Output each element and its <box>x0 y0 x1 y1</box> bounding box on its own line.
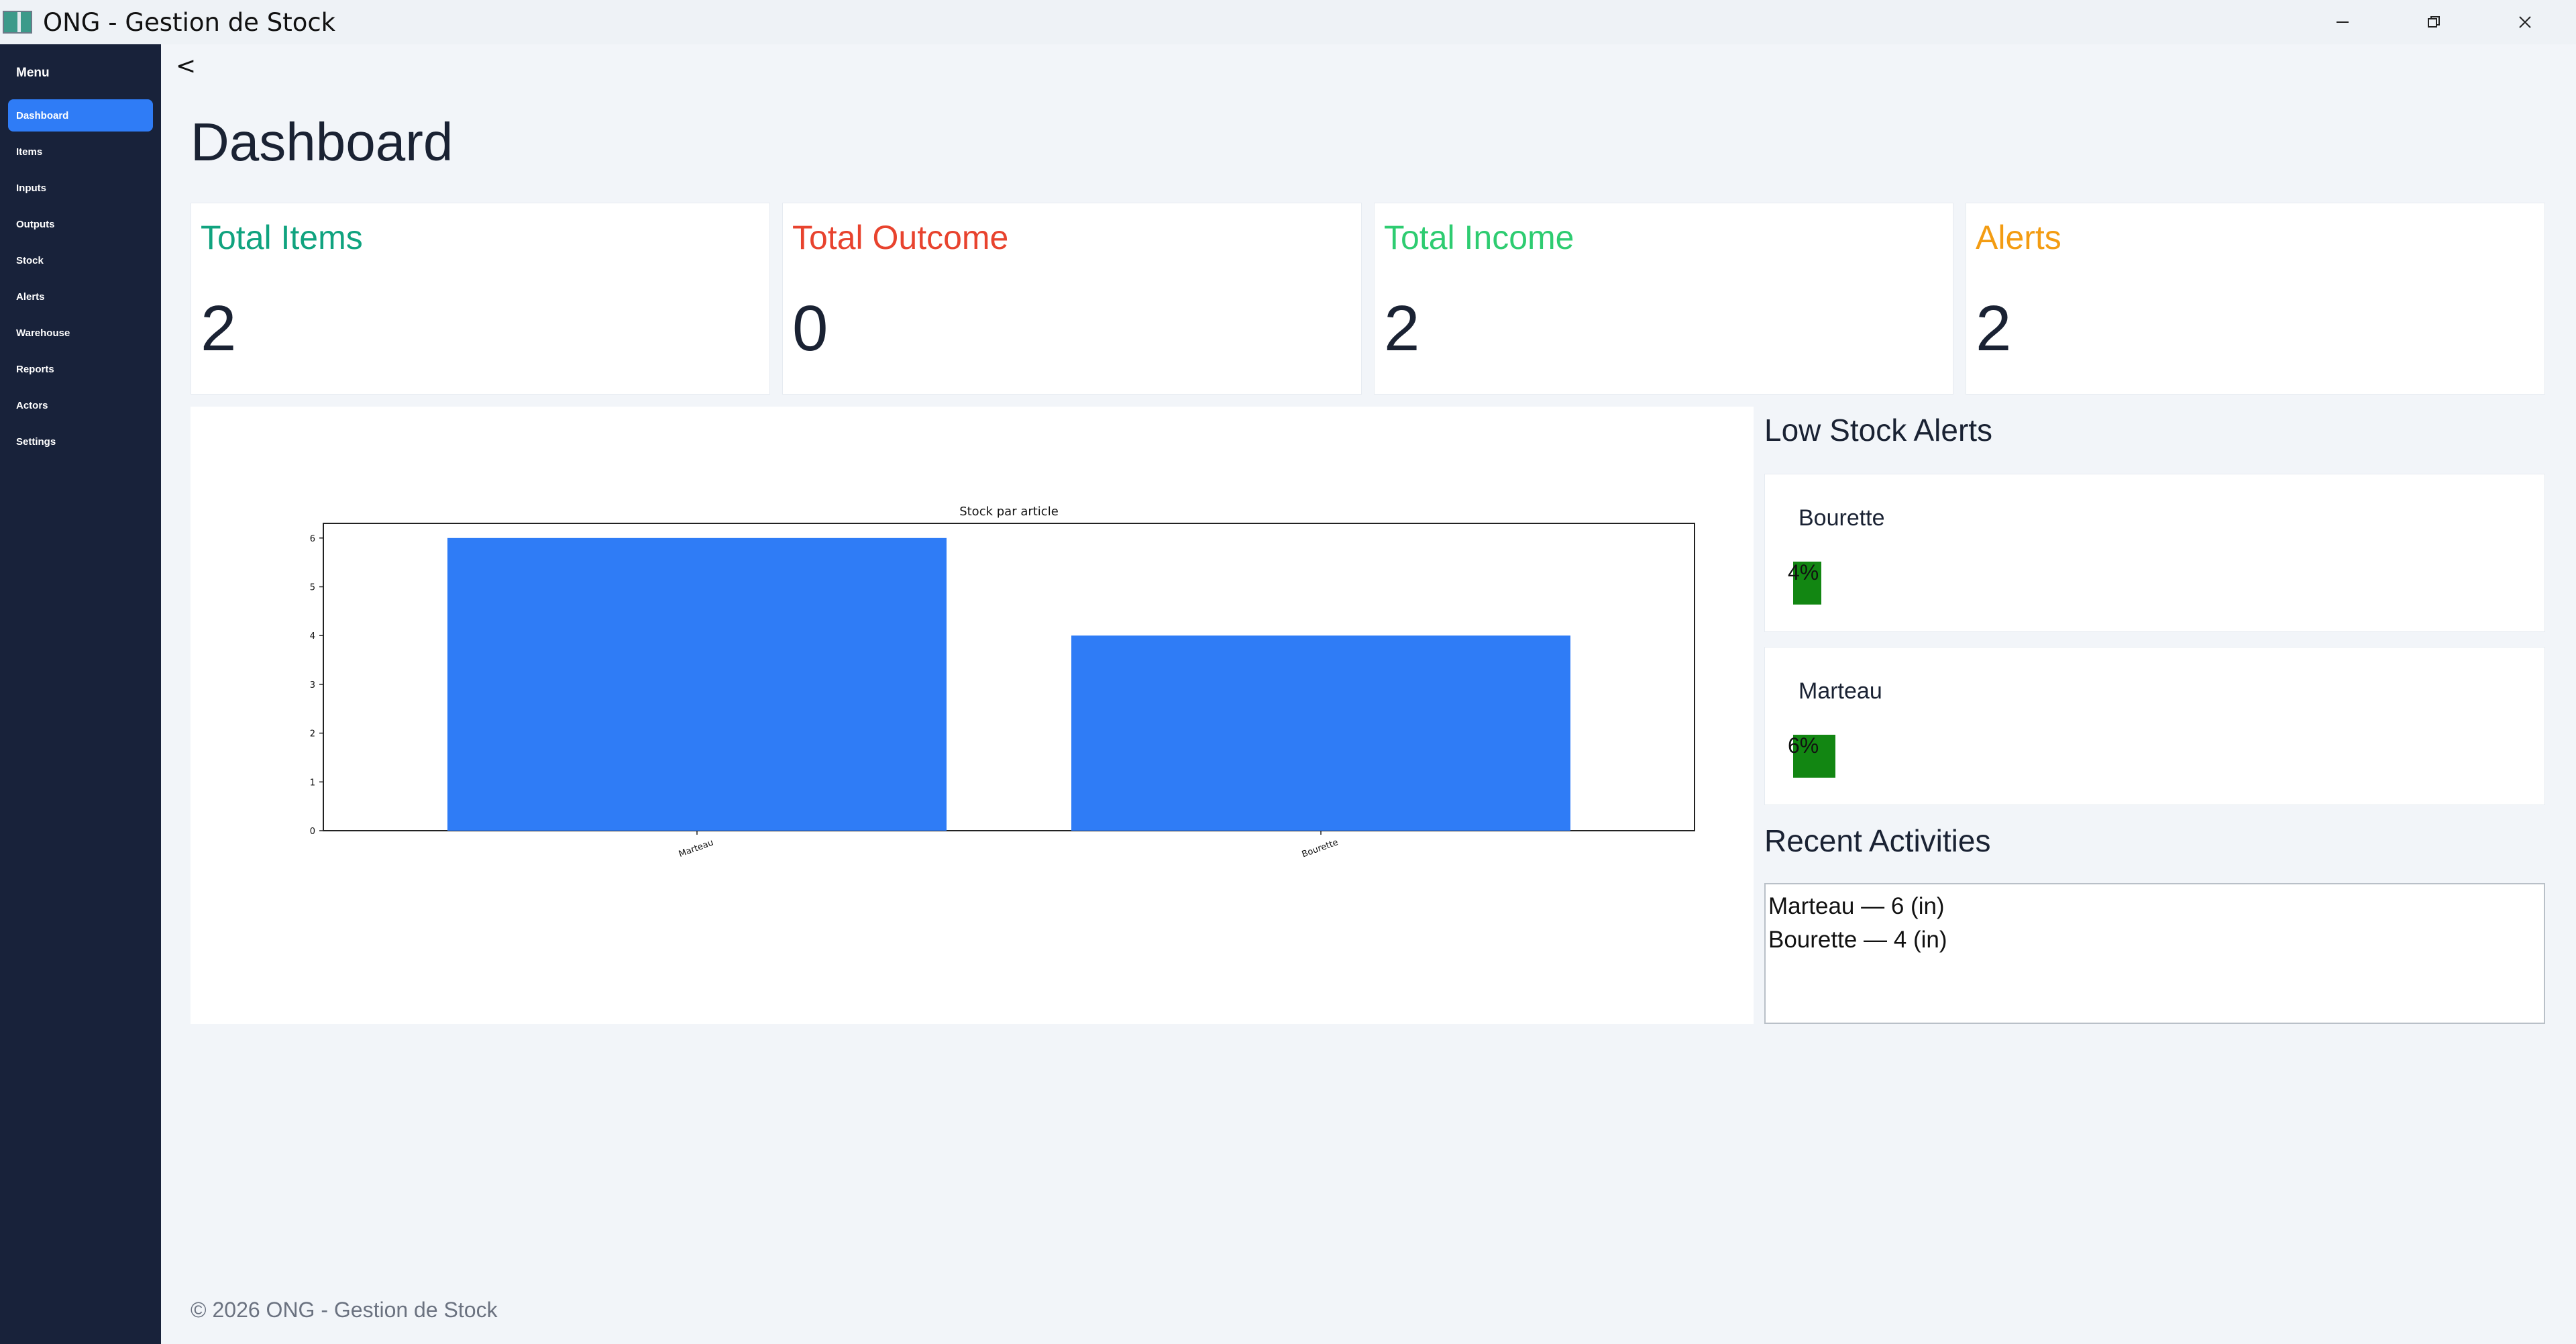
low-stock-percent: 6% <box>1788 733 1819 758</box>
sidebar-item-dashboard[interactable]: Dashboard <box>8 99 153 132</box>
sidebar-item-label: Stock <box>16 254 44 266</box>
activity-item: Bourette — 4 (in) <box>1768 927 1947 953</box>
page-title: Dashboard <box>191 112 453 172</box>
low-stock-item-name: Bourette <box>1799 505 1885 531</box>
sidebar-item-actors[interactable]: Actors <box>8 389 153 421</box>
y-tick-label: 2 <box>310 729 315 739</box>
footer-copyright: © 2026 ONG - Gestion de Stock <box>191 1298 498 1322</box>
close-button[interactable] <box>2479 0 2571 44</box>
sidebar-item-items[interactable]: Items <box>8 136 153 168</box>
sidebar-item-outputs[interactable]: Outputs <box>8 208 153 240</box>
low-stock-card-marteau: Marteau 6% <box>1764 647 2545 805</box>
stat-card-total-items: Total Items 2 <box>191 203 770 395</box>
sidebar-item-label: Reports <box>16 363 54 375</box>
sidebar-item-label: Outputs <box>16 218 55 230</box>
stat-card-value: 2 <box>1384 293 1420 364</box>
minimize-button[interactable] <box>2297 0 2388 44</box>
stat-card-total-outcome: Total Outcome 0 <box>782 203 1362 395</box>
sidebar-item-label: Alerts <box>16 291 45 303</box>
y-tick-label: 5 <box>310 583 315 593</box>
low-stock-item-name: Marteau <box>1799 678 1882 704</box>
sidebar-title: Menu <box>16 66 50 80</box>
sidebar-item-label: Items <box>16 146 43 158</box>
stat-card-label: Total Income <box>1384 219 1574 256</box>
x-tick-label: Marteau <box>678 837 715 860</box>
sidebar-item-label: Dashboard <box>16 109 69 121</box>
recent-activities-list[interactable]: Marteau — 6 (in) Bourette — 4 (in) <box>1764 883 2545 1024</box>
stat-card-label: Total Items <box>201 219 363 256</box>
collapse-sidebar-button[interactable]: < <box>176 52 196 80</box>
y-tick-label: 4 <box>310 631 315 641</box>
stock-chart-panel: Stock par article 0 1 2 3 4 5 6 Marteau Bourette <box>191 407 1754 1024</box>
chart-title: Stock par article <box>959 505 1059 519</box>
stat-card-value: 2 <box>1976 293 2012 364</box>
stat-card-label: Alerts <box>1976 219 2061 256</box>
x-tick-label: Bourette <box>1301 837 1340 860</box>
chart-bar <box>447 537 947 831</box>
sidebar-item-warehouse[interactable]: Warehouse <box>8 317 153 349</box>
sidebar: Menu Dashboard Items Inputs Outputs Stoc… <box>0 44 161 1344</box>
activity-item: Marteau — 6 (in) <box>1768 893 1945 919</box>
close-icon <box>2519 16 2531 28</box>
low-stock-card-bourette: Bourette 4% <box>1764 474 2545 632</box>
sidebar-item-label: Settings <box>16 435 56 448</box>
y-tick-label: 3 <box>310 680 315 690</box>
window-titlebar: ONG - Gestion de Stock <box>0 0 2576 44</box>
minimize-icon <box>2337 21 2349 23</box>
low-stock-percent: 4% <box>1788 560 1819 584</box>
window-title: ONG - Gestion de Stock <box>43 8 336 37</box>
sidebar-nav: Dashboard Items Inputs Outputs Stock Ale… <box>8 99 153 462</box>
sidebar-item-reports[interactable]: Reports <box>8 353 153 385</box>
sidebar-item-inputs[interactable]: Inputs <box>8 172 153 204</box>
y-tick-label: 1 <box>310 778 315 788</box>
sidebar-item-label: Actors <box>16 399 48 411</box>
y-tick-label: 0 <box>310 827 315 837</box>
recent-activities-title: Recent Activities <box>1764 823 1991 858</box>
sidebar-item-alerts[interactable]: Alerts <box>8 280 153 313</box>
stat-card-value: 0 <box>792 293 828 364</box>
sidebar-item-label: Warehouse <box>16 327 70 339</box>
sidebar-item-settings[interactable]: Settings <box>8 425 153 458</box>
chart-bar <box>1071 635 1571 831</box>
stock-bar-chart: Stock par article 0 1 2 3 4 5 6 Marteau Bourette <box>310 505 1695 860</box>
restore-icon <box>2428 16 2440 28</box>
stat-card-alerts: Alerts 2 <box>1966 203 2545 395</box>
sidebar-item-stock[interactable]: Stock <box>8 244 153 276</box>
y-tick-label: 6 <box>310 534 315 544</box>
stat-card-value: 2 <box>201 293 237 364</box>
app-icon <box>3 11 32 34</box>
low-stock-title: Low Stock Alerts <box>1764 413 1993 448</box>
sidebar-item-label: Inputs <box>16 182 46 194</box>
stat-card-label: Total Outcome <box>792 219 1009 256</box>
stat-card-total-income: Total Income 2 <box>1374 203 1953 395</box>
restore-button[interactable] <box>2388 0 2479 44</box>
